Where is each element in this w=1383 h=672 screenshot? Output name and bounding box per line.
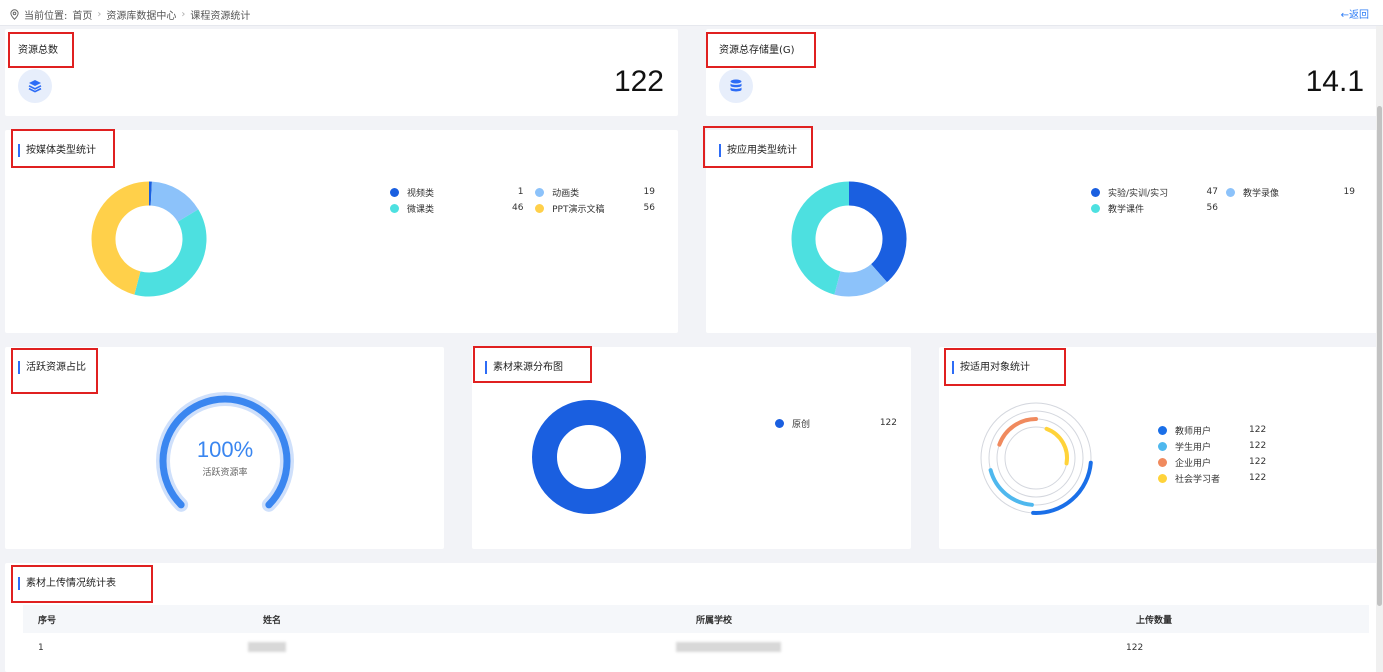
highlight-box (11, 348, 98, 394)
legend-name: 学生用户 (1175, 442, 1212, 453)
highlight-box (944, 348, 1066, 386)
legend-value: 1 (517, 187, 524, 197)
redacted-school (676, 641, 781, 652)
breadcrumb: 当前位置: 首页 › 资源库数据中心 › 课程资源统计 (10, 7, 250, 22)
donut-slice (150, 181, 199, 223)
legend-value: 56 (1206, 203, 1218, 213)
legend-value: 122 (1249, 425, 1267, 435)
legend-name: 社会学习者 (1175, 474, 1221, 485)
legend-name: 实验/实训/实习 (1108, 188, 1169, 199)
cell-count: 122 (1126, 643, 1144, 653)
database-icon-circle (719, 69, 753, 103)
stack-icon-circle (18, 69, 52, 103)
legend-name: 教学课件 (1108, 204, 1145, 215)
legend-name: PPT演示文稿 (552, 204, 605, 215)
legend-value: 122 (1249, 457, 1267, 467)
ring-arc (1031, 460, 1093, 515)
application-type-legend: 实验/实训/实习 47 教学录像 19 教学课件 56 (1091, 184, 1356, 216)
cell-index: 1 (38, 643, 44, 653)
legend-value: 47 (1206, 187, 1218, 197)
legend-dot (1226, 187, 1235, 197)
audience-ring-chart (980, 402, 1093, 515)
legend-value: 19 (643, 187, 655, 197)
column-header-count: 上传数量 (1116, 605, 1369, 633)
legend-name: 视频类 (407, 188, 435, 199)
breadcrumb-home[interactable]: 首页 (72, 7, 92, 22)
ring-arc (1044, 426, 1069, 466)
audience-legend: 教师用户 122 学生用户 122 企业用户 122 社会学习者 122 (1158, 422, 1267, 486)
total-resources-card: 资源总数 122 (5, 29, 678, 116)
upload-table: 序号 姓名 所属学校 上传数量 1 122 (23, 605, 1369, 663)
legend-dot (775, 418, 784, 428)
redacted-name (248, 641, 286, 652)
chevron-right-icon: › (181, 9, 186, 20)
active-rate-label: 活跃资源率 (202, 468, 248, 478)
column-header-index: 序号 (23, 605, 248, 633)
legend-value: 122 (879, 418, 897, 428)
page-scrollbar[interactable] (1376, 26, 1383, 672)
legend-name: 教学录像 (1243, 188, 1280, 199)
table-row[interactable]: 1 122 (23, 633, 1369, 663)
highlight-box (473, 346, 592, 383)
database-icon (730, 79, 742, 92)
legend-dot (1091, 187, 1100, 197)
legend-name: 原创 (792, 419, 811, 430)
donut-slice (834, 263, 887, 297)
back-link[interactable]: ←返回 (1341, 6, 1369, 21)
legend-dot (1091, 203, 1100, 213)
highlight-box (8, 32, 74, 68)
legend-name: 企业用户 (1175, 458, 1212, 469)
legend-dot (1158, 441, 1167, 451)
highlight-box (706, 32, 816, 68)
legend-value: 46 (512, 203, 524, 213)
legend-dot (535, 187, 545, 197)
breadcrumb-prefix: 当前位置: (24, 11, 68, 22)
location-pin-icon (10, 9, 19, 20)
upload-table-card: 素材上传情况统计表 序号 姓名 所属学校 上传数量 1 122 (5, 563, 1378, 672)
cell-name (248, 633, 676, 663)
legend-dot (1158, 425, 1167, 435)
source-legend: 原创 122 (775, 415, 897, 431)
column-header-school: 所属学校 (676, 605, 1116, 633)
media-type-legend: 视频类 1 动画类 19 微课类 46 PPT演示文稿 56 (390, 184, 655, 216)
legend-dot (535, 203, 545, 213)
donut-slice (134, 209, 207, 297)
source-donut-chart (532, 400, 646, 514)
legend-dot (390, 187, 399, 197)
legend-name: 教师用户 (1175, 426, 1212, 437)
highlight-box (703, 126, 813, 168)
table-header-row: 序号 姓名 所属学校 上传数量 (23, 605, 1369, 633)
breadcrumb-data-center[interactable]: 资源库数据中心 (106, 7, 176, 22)
active-rate-percent: 100% (196, 437, 254, 462)
donut-slice (791, 181, 850, 295)
donut-slice (848, 181, 907, 283)
cell-school (676, 633, 1116, 663)
media-type-donut-chart (91, 181, 207, 297)
total-storage-value: 14.1 (1305, 65, 1364, 98)
application-type-donut-chart (791, 181, 907, 297)
legend-value: 122 (1249, 441, 1267, 451)
top-bar: 当前位置: 首页 › 资源库数据中心 › 课程资源统计 ←返回 (0, 0, 1383, 26)
breadcrumb-current: 课程资源统计 (190, 11, 251, 22)
legend-value: 19 (1343, 187, 1355, 197)
legend-name: 动画类 (552, 188, 580, 199)
scrollbar-thumb[interactable] (1377, 106, 1382, 606)
highlight-box (11, 129, 115, 168)
legend-value: 122 (1249, 473, 1267, 483)
column-header-name: 姓名 (248, 605, 676, 633)
chevron-right-icon: › (97, 9, 102, 20)
stack-icon (28, 80, 42, 93)
legend-dot (1158, 473, 1167, 483)
donut-slice (91, 181, 150, 295)
legend-dot (390, 203, 399, 213)
highlight-box (11, 565, 153, 603)
legend-value: 56 (643, 203, 655, 213)
total-resources-value: 122 (613, 65, 664, 98)
donut-slice-original (532, 400, 646, 514)
legend-dot (1158, 457, 1167, 467)
legend-name: 微课类 (407, 204, 435, 215)
active-rate-text: 100% 活跃资源率 (155, 437, 295, 478)
